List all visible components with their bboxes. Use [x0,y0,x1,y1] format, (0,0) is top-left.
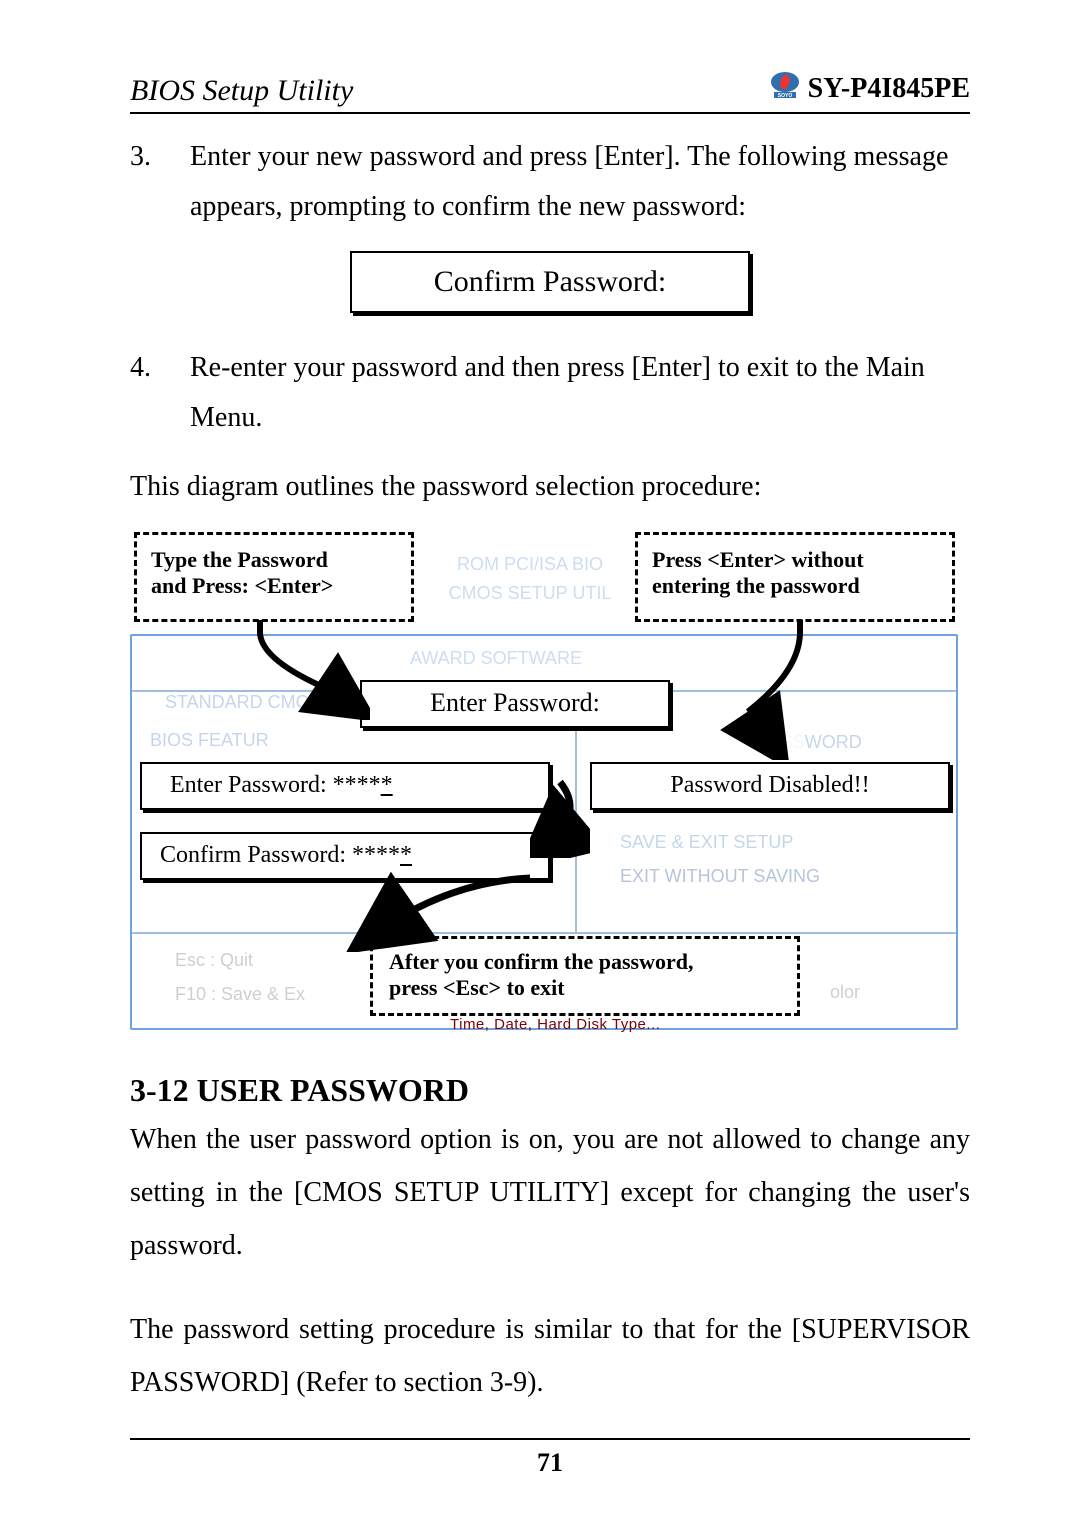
f10-save: F10 : Save & Ex [175,984,305,1005]
type-password-text: Type the Passwordand Press: <Enter> [151,547,397,599]
arrow-press-to-disabled [700,620,830,760]
page-header: BIOS Setup Utility SOYO SY-P4I845PE [130,70,970,114]
press-enter-without-text: Press <Enter> withoutentering the passwo… [652,547,938,599]
brand-icon: SOYO [768,70,802,108]
enter-password-title-box: Enter Password: [360,680,670,728]
save-exit-label: SAVE & EXIT SETUP [620,832,793,853]
rom-caption: ROM PCI/ISA BIO CMOS SETUP UTIL [425,550,635,608]
arrow-enter-to-confirm [530,778,590,858]
password-procedure-diagram: ROM PCI/ISA BIO CMOS SETUP UTIL AWARD SO… [130,532,960,1032]
step-3-text: Enter your new password and press [Enter… [190,132,970,233]
rom-line2: CMOS SETUP UTIL [425,579,635,608]
arrow-type-to-enter [240,620,370,720]
section-heading: 3-12 USER PASSWORD [130,1072,970,1109]
header-right: SOYO SY-P4I845PE [768,70,970,108]
diagram-intro: This diagram outlines the password selec… [130,462,970,512]
section-para-2: The password setting procedure is simila… [130,1303,970,1409]
section-para-1: When the user password option is on, you… [130,1113,970,1273]
step-4-text: Re-enter your password and then press [E… [190,343,970,444]
rom-line1: ROM PCI/ISA BIO [425,550,635,579]
type-password-box: Type the Passwordand Press: <Enter> [134,532,414,622]
page-number: 71 [537,1448,563,1477]
brand-sub-text: SOYO [777,93,792,99]
step-4-number: 4. [130,343,190,444]
step-3: 3. Enter your new password and press [En… [130,132,970,233]
award-line: AWARD SOFTWARE [410,648,582,669]
enter-password-masked-box: Enter Password: ***** [140,762,550,810]
step-3-number: 3. [130,132,190,233]
bios-divider-bottom [132,932,956,934]
press-enter-without-box: Press <Enter> withoutentering the passwo… [635,532,955,622]
arrow-confirm-to-esc [340,872,540,952]
after-confirm-text: After you confirm the password,press <Es… [389,949,781,1001]
olor-text: olor [830,982,860,1003]
time-date-text: Time, Date, Hard Disk Type... [450,1016,660,1033]
bios-features: BIOS FEATUR [150,730,269,751]
password-disabled-box: Password Disabled!! [590,762,950,810]
exit-without-label: EXIT WITHOUT SAVING [620,866,820,887]
product-code: SY-P4I845PE [808,73,970,105]
header-left: BIOS Setup Utility [130,74,353,108]
step-4: 4. Re-enter your password and then press… [130,343,970,444]
esc-quit: Esc : Quit [175,950,253,971]
confirm-password-box: Confirm Password: [350,251,750,313]
page-footer: 71 [130,1438,970,1478]
